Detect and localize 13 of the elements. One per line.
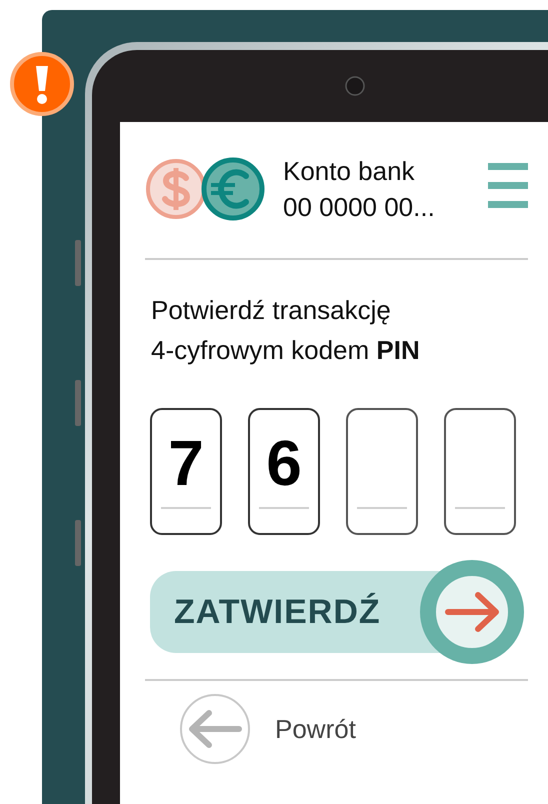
pin-digit-field[interactable]: 7 <box>150 408 222 535</box>
coins-icon <box>145 156 265 222</box>
confirm-button[interactable]: ZATWIERDŹ <box>150 560 524 664</box>
camera-icon <box>344 75 366 97</box>
pin-digit-field[interactable] <box>444 408 516 535</box>
pin-digit-field[interactable]: 6 <box>248 408 320 535</box>
instruction-text: Potwierdź transakcję 4-cyfrowym kodem PIN <box>151 294 421 367</box>
alert-icon <box>9 51 75 117</box>
account-number: 00 0000 00... <box>283 192 436 222</box>
arrow-right-icon <box>420 560 524 664</box>
pin-digit-field[interactable] <box>346 408 418 535</box>
back-button[interactable]: Powrót <box>275 714 356 744</box>
account-name: Konto bank <box>283 156 416 186</box>
